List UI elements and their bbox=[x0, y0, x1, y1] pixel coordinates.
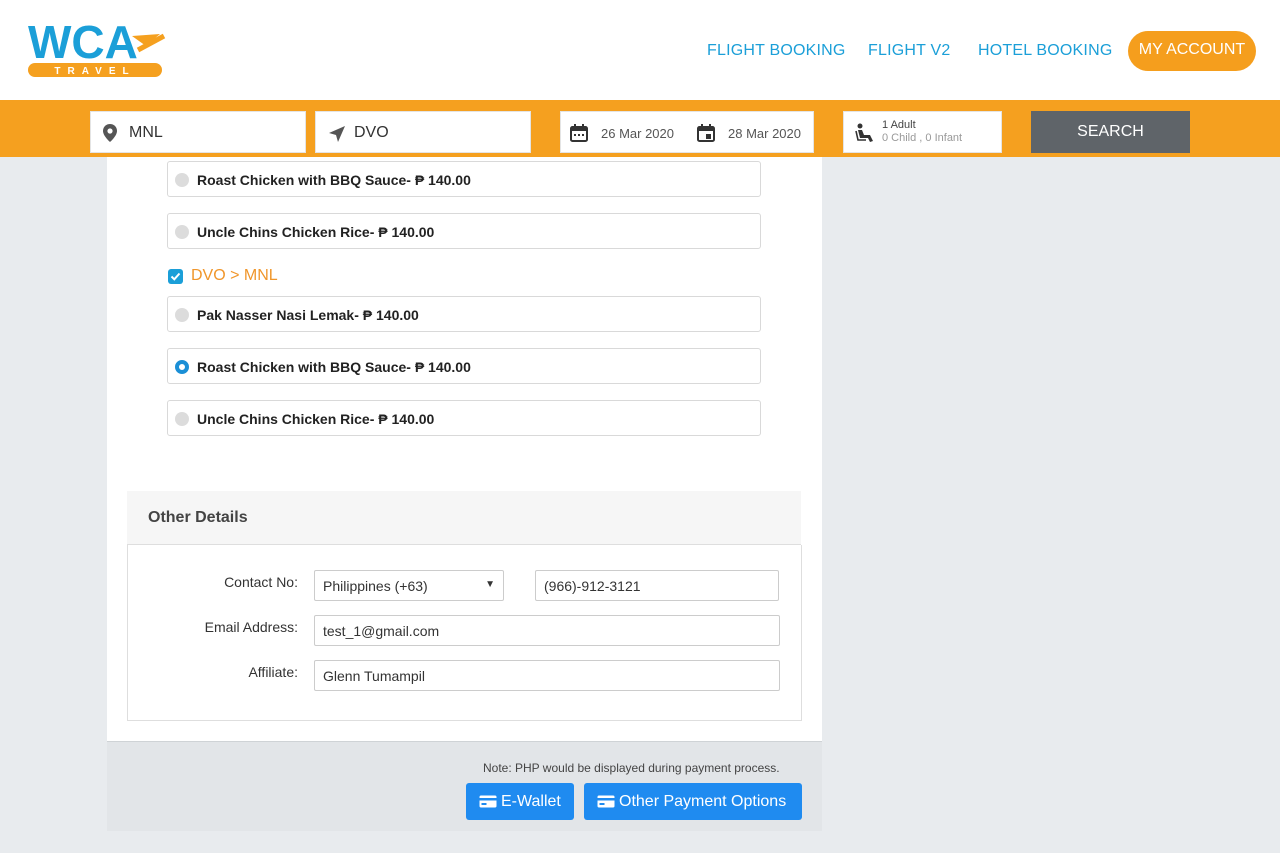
nav-flight-booking[interactable]: FLIGHT BOOKING bbox=[707, 42, 846, 60]
origin-value: MNL bbox=[129, 124, 163, 141]
seat-icon bbox=[855, 123, 873, 142]
search-button[interactable]: SEARCH bbox=[1031, 111, 1190, 153]
other-payment-button[interactable]: Other Payment Options bbox=[584, 783, 802, 820]
wca-travel-logo[interactable]: WCA TRAVEL bbox=[28, 16, 168, 80]
return-route-checkbox[interactable] bbox=[168, 269, 183, 284]
return-date: 28 Mar 2020 bbox=[728, 126, 801, 141]
phone-input[interactable]: (966)-912-3121 bbox=[535, 570, 779, 601]
pax-child-infant: 0 Child , 0 Infant bbox=[882, 132, 963, 144]
meal-radio[interactable] bbox=[175, 225, 189, 239]
svg-text:WCA: WCA bbox=[28, 16, 138, 68]
country-code-select[interactable]: Philippines (+63) ▼ bbox=[314, 570, 504, 601]
calendar-icon bbox=[570, 124, 588, 142]
credit-card-icon bbox=[479, 795, 497, 808]
meal-label: Uncle Chins Chicken Rice- ₱ 140.00 bbox=[197, 224, 435, 240]
meal-label: Roast Chicken with BBQ Sauce- ₱ 140.00 bbox=[197, 172, 471, 188]
nav-flight-v2[interactable]: FLIGHT V2 bbox=[868, 42, 950, 60]
location-pin-icon bbox=[103, 124, 117, 142]
payment-note: Note: PHP would be displayed during paym… bbox=[483, 761, 780, 775]
meal-label: Roast Chicken with BBQ Sauce- ₱ 140.00 bbox=[197, 359, 471, 375]
destination-value: DVO bbox=[354, 124, 389, 141]
contact-label: Contact No: bbox=[224, 574, 298, 590]
meal-radio[interactable] bbox=[175, 308, 189, 322]
origin-input[interactable]: MNL bbox=[90, 111, 306, 153]
caret-down-icon: ▼ bbox=[485, 579, 495, 590]
destination-input[interactable]: DVO bbox=[315, 111, 531, 153]
meal-label: Uncle Chins Chicken Rice- ₱ 140.00 bbox=[197, 411, 435, 427]
top-header: WCA TRAVEL FLIGHT BOOKING FLIGHT V2 HOTE… bbox=[0, 0, 1280, 100]
return-route-label: DVO > MNL bbox=[191, 267, 278, 284]
passenger-selector[interactable]: 1 Adult 0 Child , 0 Infant bbox=[843, 111, 1002, 153]
my-account-button[interactable]: MY ACCOUNT bbox=[1128, 31, 1256, 71]
meal-radio-selected[interactable] bbox=[175, 360, 189, 374]
phone-value: (966)-912-3121 bbox=[544, 578, 641, 594]
meal-option[interactable]: Uncle Chins Chicken Rice- ₱ 140.00 bbox=[167, 213, 761, 249]
other-details-title: Other Details bbox=[148, 509, 248, 526]
affiliate-value: Glenn Tumampil bbox=[323, 668, 425, 684]
depart-date: 26 Mar 2020 bbox=[601, 126, 674, 141]
affiliate-label: Affiliate: bbox=[248, 664, 298, 680]
nav-hotel-booking[interactable]: HOTEL BOOKING bbox=[978, 42, 1112, 60]
calendar-event-icon bbox=[697, 124, 715, 142]
svg-text:TRAVEL: TRAVEL bbox=[54, 66, 135, 77]
navigation-arrow-icon bbox=[329, 126, 345, 142]
other-details-header: Other Details bbox=[127, 491, 801, 545]
credit-card-icon bbox=[597, 795, 615, 808]
meal-option[interactable]: Uncle Chins Chicken Rice- ₱ 140.00 bbox=[167, 400, 761, 436]
meal-option[interactable]: Roast Chicken with BBQ Sauce- ₱ 140.00 bbox=[167, 161, 761, 197]
date-range-input[interactable]: 26 Mar 2020 28 Mar 2020 bbox=[560, 111, 814, 153]
affiliate-input[interactable]: Glenn Tumampil bbox=[314, 660, 780, 691]
meal-option[interactable]: Pak Nasser Nasi Lemak- ₱ 140.00 bbox=[167, 296, 761, 332]
pax-adult: 1 Adult bbox=[882, 119, 916, 131]
check-icon bbox=[170, 272, 181, 281]
other-payment-label: Other Payment Options bbox=[619, 793, 787, 810]
meal-option-selected[interactable]: Roast Chicken with BBQ Sauce- ₱ 140.00 bbox=[167, 348, 761, 384]
email-input[interactable]: test_1@gmail.com bbox=[314, 615, 780, 646]
email-value: test_1@gmail.com bbox=[323, 623, 440, 639]
meal-radio[interactable] bbox=[175, 412, 189, 426]
e-wallet-label: E-Wallet bbox=[501, 793, 561, 810]
email-label: Email Address: bbox=[204, 619, 298, 635]
meal-radio[interactable] bbox=[175, 173, 189, 187]
meal-label: Pak Nasser Nasi Lemak- ₱ 140.00 bbox=[197, 307, 419, 323]
country-code-value: Philippines (+63) bbox=[323, 578, 428, 594]
search-bar: MNL DVO 26 Mar 2020 28 Mar 2020 1 Adult bbox=[0, 100, 1280, 157]
e-wallet-button[interactable]: E-Wallet bbox=[466, 783, 574, 820]
